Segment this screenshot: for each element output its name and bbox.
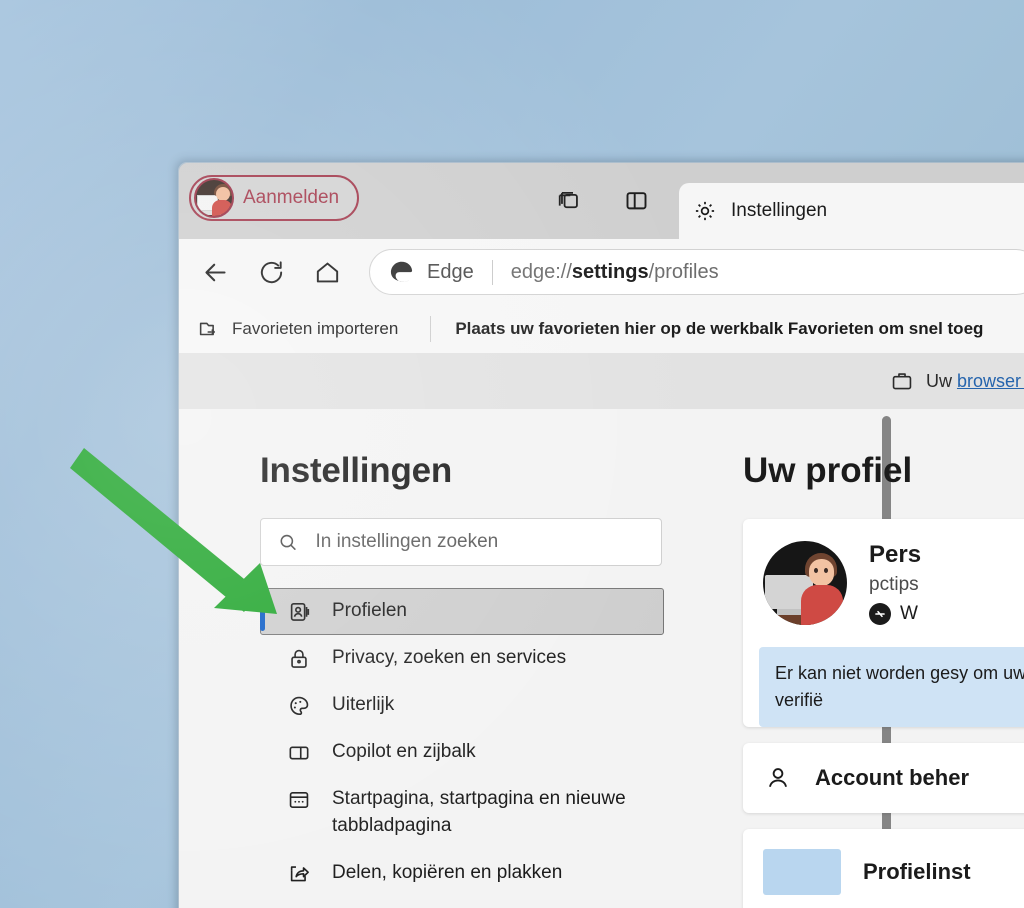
sidebar-item-label: Delen, kopiëren en plakken [332, 861, 563, 883]
url-bold-segment: settings [571, 260, 649, 283]
import-favorites-label: Favorieten importeren [232, 319, 399, 338]
sync-icon [869, 603, 891, 625]
sidebar-item-startpagina[interactable]: Startpagina, startpagina en nieuwe tabbl… [260, 776, 664, 850]
browser-toolbar: Edge edge://settings/profiles [179, 239, 1024, 305]
favorites-hint-text: Plaats uw favorieten hier op de werkbalk… [455, 319, 984, 338]
share-icon [286, 861, 312, 887]
sidebar-item-label: Uiterlijk [332, 694, 395, 715]
profile-preferences-row[interactable]: Profielinst [743, 829, 1024, 908]
preferences-thumbnail [763, 849, 841, 895]
manage-account-label: Account beher [815, 765, 970, 790]
preferences-label: Profielinst [863, 859, 971, 884]
managed-notice-text: Uw browser w [926, 371, 1024, 392]
gear-icon [695, 201, 715, 221]
sidebar-item-label: Profielen [332, 600, 407, 621]
settings-nav: Profielen Privacy, zoeken en services Ui… [260, 588, 664, 897]
profiles-icon [286, 599, 312, 625]
profile-panel-title: Uw profiel [743, 451, 913, 490]
startpage-icon [286, 787, 312, 813]
managed-browser-notice: Uw browser w [179, 353, 1024, 409]
profile-card: Pers pctips W Er kan niet worden gesy om… [743, 519, 1024, 727]
avatar [763, 541, 847, 625]
managed-prefix: Uw [925, 370, 957, 391]
sidebar-item-label: Copilot en zijbalk [332, 741, 476, 762]
sidebar-item-privacy[interactable]: Privacy, zoeken en services [260, 635, 664, 682]
managed-link[interactable]: browser w [957, 371, 1024, 391]
tab-settings[interactable]: Instellingen [679, 183, 1024, 239]
tab-strip: Aanmelden Instellingen [179, 163, 1024, 239]
settings-sidebar: Instellingen In instellingen zoeken Prof… [179, 409, 896, 908]
profile-sync-row: W [869, 603, 921, 625]
palette-icon [286, 693, 312, 719]
favorites-bar: Favorieten importeren Plaats uw favoriet… [179, 305, 1024, 353]
tab-search-icon[interactable] [553, 185, 583, 215]
sidebar-item-delen[interactable]: Delen, kopiëren en plakken [260, 850, 664, 897]
tab-settings-title: Instellingen [731, 200, 828, 221]
url-prefix: edge:// [510, 260, 572, 283]
profile-identity: Pers pctips W [869, 541, 921, 625]
page-title: Instellingen [260, 451, 453, 490]
manage-account-row[interactable]: Account beher [743, 743, 1024, 813]
address-bar[interactable]: Edge edge://settings/profiles [369, 249, 1024, 295]
edge-badge-label: Edge [427, 260, 474, 283]
desktop-background: Aanmelden Instellingen Edge edge://setti… [0, 0, 1024, 908]
reload-button[interactable] [243, 250, 299, 294]
settings-search-box[interactable] [260, 518, 662, 566]
import-favorites-button[interactable]: Favorieten importeren [189, 313, 406, 346]
profile-email: pctips [869, 574, 919, 595]
search-input[interactable] [315, 531, 645, 553]
lock-icon [286, 646, 312, 672]
sidebar-item-profielen[interactable]: Profielen [260, 588, 664, 635]
url-suffix: /profiles [648, 260, 719, 283]
profile-name: Pers [869, 541, 922, 568]
split-screen-icon[interactable] [621, 185, 651, 215]
import-favorites-icon [199, 322, 215, 335]
back-button[interactable] [187, 250, 243, 294]
settings-page: Instellingen In instellingen zoeken Prof… [179, 409, 1024, 908]
sign-in-profile-button[interactable]: Aanmelden [189, 175, 360, 221]
sign-in-label: Aanmelden [243, 187, 340, 208]
person-icon [769, 768, 787, 787]
sidebar-item-label: Startpagina, startpagina en nieuwe tabbl… [332, 788, 626, 836]
sync-notice: Er kan niet worden gesy om uw account te… [759, 647, 1024, 727]
profile-card-header: Pers pctips W [743, 519, 1024, 647]
sidebar-item-copilot[interactable]: Copilot en zijbalk [260, 729, 664, 776]
sidebar-item-uiterlijk[interactable]: Uiterlijk [260, 682, 664, 729]
profile-sync-status: W [900, 603, 918, 624]
edge-logo-icon [390, 261, 413, 282]
search-icon [280, 534, 296, 550]
home-button[interactable] [299, 250, 355, 294]
profile-panel: Uw profiel Pers pctips W Er kan niet wor… [708, 409, 1024, 908]
address-divider [491, 259, 493, 285]
sidebar-icon [286, 740, 312, 766]
favorites-divider [430, 316, 432, 342]
edge-browser-window: Aanmelden Instellingen Edge edge://setti… [179, 163, 1024, 908]
sidebar-item-label: Privacy, zoeken en services [332, 647, 567, 668]
briefcase-icon [892, 373, 912, 390]
address-url: edge://settings/profiles [511, 261, 719, 284]
user-avatar-icon [194, 178, 234, 218]
